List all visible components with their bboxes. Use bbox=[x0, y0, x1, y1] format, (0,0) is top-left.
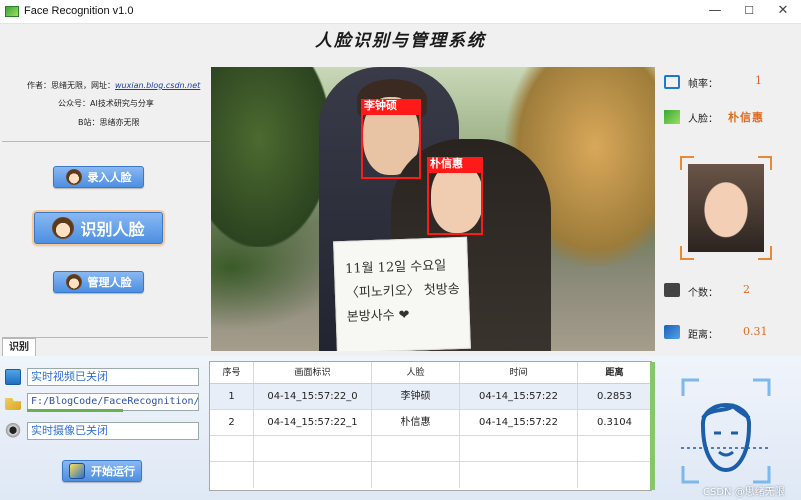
table-row[interactable]: 2 04-14_15:57:22_1 朴信惠 04-14_15:57:22 0.… bbox=[210, 410, 651, 436]
manage-face-button[interactable]: 管理人脸 bbox=[53, 271, 144, 293]
sign-line: 〈피노키오〉 첫방송 bbox=[345, 281, 460, 301]
image-icon bbox=[664, 110, 680, 124]
table-cell: 04-14_15:57:22 bbox=[460, 410, 578, 435]
manage-face-label: 管理人脸 bbox=[87, 276, 132, 289]
enroll-face-button[interactable]: 录入人脸 bbox=[53, 166, 144, 188]
face-crop-image bbox=[688, 164, 764, 252]
video-status-row: 实时视频已关闭 bbox=[5, 368, 199, 386]
fps-label: 帧率： bbox=[688, 79, 718, 90]
face-scan-icon bbox=[681, 378, 771, 484]
app-logo-icon bbox=[5, 6, 19, 17]
wechat-info: 公众号：AI技术研究与分享 bbox=[58, 99, 154, 108]
app-title: 人脸识别与管理系统 bbox=[315, 31, 486, 51]
sign-board: 11월 12일 수요일 〈피노키오〉 첫방송 본방사수 ❤ bbox=[333, 236, 471, 351]
column-header[interactable]: 序号 bbox=[210, 362, 254, 383]
table-row[interactable]: 1 04-14_15:57:22_0 李钟硕 04-14_15:57:22 0.… bbox=[210, 384, 651, 410]
maximize-button[interactable]: ☐ bbox=[732, 0, 766, 24]
left-divider bbox=[2, 141, 210, 142]
column-header[interactable]: 画面标识 bbox=[254, 362, 372, 383]
sign-text: 11월 12일 수요일 〈피노키오〉 첫방송 본방사수 ❤ bbox=[345, 254, 461, 330]
face-icon bbox=[65, 274, 82, 290]
face-box-label: 朴信惠 bbox=[427, 157, 483, 171]
count-icon bbox=[664, 283, 680, 297]
table-cell: 朴信惠 bbox=[372, 410, 460, 435]
progress-bar bbox=[27, 409, 123, 412]
table-cell: 1 bbox=[210, 384, 254, 409]
camera-status-row: 实时摄像已关闭 bbox=[5, 422, 199, 440]
window-title: Face Recognition v1.0 bbox=[24, 5, 134, 17]
minimize-button[interactable]: — bbox=[698, 0, 732, 24]
rocket-icon bbox=[69, 463, 85, 479]
window-titlebar: Face Recognition v1.0 — ☐ ✕ bbox=[0, 0, 801, 24]
author-link[interactable]: wuxian.blog.csdn.net bbox=[115, 81, 200, 90]
detected-face-preview bbox=[680, 156, 772, 260]
table-header: 序号 画面标识 人脸 时间 距离 bbox=[210, 362, 651, 384]
table-cell: 2 bbox=[210, 410, 254, 435]
table-row-empty bbox=[210, 462, 651, 488]
count-label: 个数： bbox=[688, 288, 718, 299]
video-status-field: 实时视频已关闭 bbox=[27, 368, 199, 386]
fps-value: 1 bbox=[755, 74, 762, 87]
folder-icon[interactable] bbox=[5, 398, 21, 410]
table-cell: 0.2853 bbox=[597, 391, 632, 402]
face-bounding-box bbox=[427, 171, 483, 235]
bilibili-info: B站：思绪亦无限 bbox=[78, 118, 140, 127]
monitor-icon bbox=[664, 75, 680, 89]
face-icon bbox=[52, 217, 75, 239]
start-label: 开始运行 bbox=[91, 465, 135, 478]
face-bounding-box bbox=[361, 113, 421, 179]
table-scrollbar[interactable] bbox=[650, 362, 655, 490]
distance-label: 距离： bbox=[688, 330, 718, 341]
recognize-face-label: 识别人脸 bbox=[80, 220, 145, 239]
results-table[interactable]: 序号 画面标识 人脸 时间 距离 1 04-14_15:57:22_0 李钟硕 … bbox=[209, 361, 652, 491]
table-cell: 李钟硕 bbox=[372, 384, 460, 409]
count-value: 2 bbox=[743, 283, 750, 296]
tab-recognize[interactable]: 识别 bbox=[2, 338, 36, 356]
table-cell: 04-14_15:57:22_1 bbox=[254, 410, 372, 435]
camera-icon[interactable] bbox=[5, 423, 21, 439]
column-header[interactable]: 距离 bbox=[578, 362, 651, 383]
table-cell: 0.3104 bbox=[597, 417, 632, 428]
author-info: 作者：思绪无限，网址：wuxian.blog.csdn.net bbox=[27, 80, 200, 91]
camera-status-field: 实时摄像已关闭 bbox=[27, 422, 199, 440]
distance-value: 0.31 bbox=[743, 325, 768, 338]
close-button[interactable]: ✕ bbox=[766, 0, 800, 24]
recognize-face-button[interactable]: 识别人脸 bbox=[34, 212, 163, 244]
background-tree bbox=[211, 67, 331, 247]
start-button[interactable]: 开始运行 bbox=[62, 460, 142, 482]
sign-line: 본방사수 ❤ bbox=[346, 307, 410, 325]
distance-icon bbox=[664, 325, 680, 339]
face-name-label: 人脸： bbox=[688, 114, 718, 125]
face-icon bbox=[65, 169, 82, 185]
video-frame: 11월 12일 수요일 〈피노키오〉 첫방송 본방사수 ❤ 李钟硕 朴信惠 bbox=[211, 67, 655, 351]
face-box-label: 李钟硕 bbox=[361, 99, 421, 113]
table-row-empty bbox=[210, 436, 651, 462]
column-header[interactable]: 人脸 bbox=[372, 362, 460, 383]
enroll-face-label: 录入人脸 bbox=[87, 171, 132, 184]
table-cell: 04-14_15:57:22_0 bbox=[254, 384, 372, 409]
watermark: CSDN @思绪无限 bbox=[703, 487, 785, 498]
face-name-value: 朴信惠 bbox=[728, 111, 764, 124]
author-label: 作者：思绪无限，网址： bbox=[27, 81, 115, 90]
video-icon[interactable] bbox=[5, 369, 21, 385]
table-cell: 04-14_15:57:22 bbox=[460, 384, 578, 409]
column-header[interactable]: 时间 bbox=[460, 362, 578, 383]
